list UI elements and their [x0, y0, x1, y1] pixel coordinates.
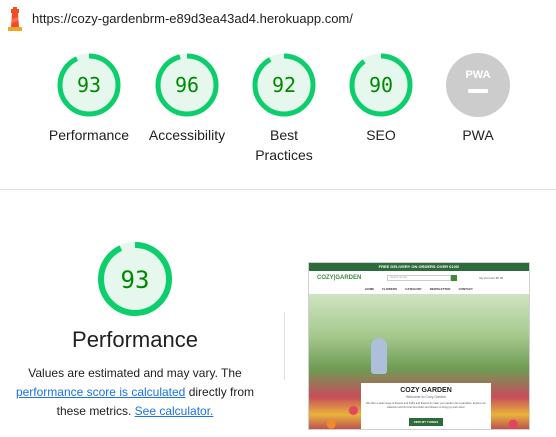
shot-hero-card: COZY GARDEN Welcome to Cozy Garden We of… [361, 383, 491, 429]
shot-util: My Account €0.00 [479, 275, 504, 280]
gauge-best-practices[interactable]: 92 Best Practices [229, 52, 339, 165]
score-value: 96 [175, 73, 199, 97]
score-ring: 92 [252, 53, 316, 117]
performance-description: Values are estimated and may vary. The p… [0, 364, 270, 421]
score-ring: 93 [98, 242, 172, 316]
gauge-pwa[interactable]: PWA PWA [423, 52, 533, 145]
score-value: 92 [272, 73, 296, 97]
shot-nav-item: FLOWERS [382, 287, 398, 291]
score-value: 90 [369, 73, 393, 97]
score-ring: 90 [349, 53, 413, 117]
gauge-seo[interactable]: 90 SEO [326, 52, 436, 145]
vertical-divider [284, 312, 285, 380]
shot-banner: FREE DELIVERY ON ORDERS OVER €100! [309, 263, 529, 271]
shot-nav-item: HOME [365, 287, 375, 291]
score-ring: 96 [155, 53, 219, 117]
performance-gauge: 93 [96, 240, 174, 323]
section-divider [0, 189, 556, 190]
score-value: 93 [121, 266, 150, 294]
desc-text: Values are estimated and may vary. The [28, 366, 242, 380]
shot-hero-subtitle: Welcome to Cozy Garden [405, 395, 446, 399]
score-value: 93 [77, 73, 101, 97]
gauge-performance[interactable]: 93 Performance [34, 52, 144, 145]
pwa-badge-icon: PWA [446, 53, 510, 117]
gauge-label: Performance [48, 127, 130, 143]
page-url[interactable]: https://cozy-gardenbrm-e89d3ea43ad4.hero… [32, 11, 353, 26]
shot-search-icon [451, 274, 458, 281]
shot-person [371, 338, 387, 374]
gauge-label: Best Practices [255, 127, 313, 163]
lighthouse-icon [8, 7, 22, 31]
shot-hero-text: We offer a wide range of flowers and bul… [365, 402, 486, 409]
shot-nav-item: CONTACT [458, 287, 473, 291]
calculator-link[interactable]: See calculator. [135, 404, 214, 418]
category-gauges: 93 Performance 96 Accessibility 92 Best … [0, 52, 556, 182]
gauge-label: PWA [462, 127, 494, 143]
shot-nav-item: NEWSLETTER [429, 287, 451, 291]
gauge-label: SEO [366, 127, 396, 143]
report-header: https://cozy-gardenbrm-e89d3ea43ad4.hero… [0, 0, 556, 38]
gauge-accessibility[interactable]: 96 Accessibility [132, 52, 242, 145]
performance-title: Performance [72, 327, 198, 352]
shot-search: Search our site [387, 274, 452, 281]
shot-hero-button: FIND MY THINGS [408, 418, 444, 426]
score-ring: 93 [57, 53, 121, 117]
final-screenshot-thumbnail[interactable]: FREE DELIVERY ON ORDERS OVER €100! COZY|… [308, 262, 530, 430]
score-calculation-link[interactable]: performance score is calculated [16, 385, 185, 399]
pwa-badge-text: PWA [465, 69, 490, 81]
shot-hero-image: COZY GARDEN Welcome to Cozy Garden We of… [309, 294, 529, 429]
gauge-label: Accessibility [148, 127, 226, 143]
shot-nav-item: CATEGORY [405, 287, 422, 291]
shot-nav: HOME FLOWERS CATEGORY NEWSLETTER CONTACT [309, 284, 529, 294]
shot-hero-title: COZY GARDEN [400, 387, 452, 394]
shot-header: COZY|GARDEN Search our site My Account €… [309, 271, 529, 284]
shot-logo: COZY|GARDEN [317, 274, 362, 281]
